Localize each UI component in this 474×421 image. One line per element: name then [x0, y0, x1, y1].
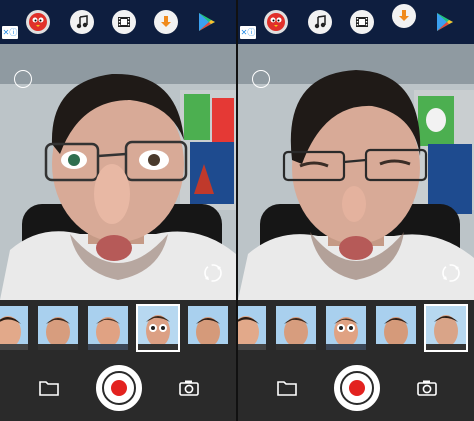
record-dot-icon	[111, 380, 127, 396]
record-button[interactable]	[96, 365, 142, 411]
ad-choices-icon[interactable]: ✕ⓘ	[2, 26, 18, 39]
angry-bird-icon[interactable]	[264, 10, 288, 34]
camera-preview	[0, 44, 236, 300]
music-note-icon[interactable]	[308, 10, 332, 34]
switch-camera-icon[interactable]	[202, 262, 224, 284]
mask-selector[interactable]	[238, 300, 474, 356]
screenshot-right: ✕ⓘ	[238, 0, 474, 421]
camera-icon[interactable]	[178, 377, 200, 399]
mask-thumbnail[interactable]	[188, 306, 228, 350]
film-strip-icon[interactable]	[112, 10, 136, 34]
bottom-controls	[0, 356, 236, 421]
record-dot-icon	[349, 380, 365, 396]
info-icon[interactable]	[14, 70, 32, 88]
mask-thumbnail[interactable]	[0, 306, 28, 350]
record-button[interactable]	[334, 365, 380, 411]
mask-thumbnail[interactable]	[376, 306, 416, 350]
bottom-controls	[238, 356, 474, 421]
folder-icon[interactable]	[38, 377, 60, 399]
mask-thumbnail[interactable]	[38, 306, 78, 350]
play-store-icon[interactable]	[434, 11, 456, 33]
ad-banner[interactable]: ✕ⓘ	[238, 0, 474, 44]
download-arrow-icon[interactable]	[154, 10, 178, 34]
mask-thumbnail-selected[interactable]	[424, 304, 468, 352]
play-store-icon[interactable]	[196, 11, 218, 33]
download-arrow-icon[interactable]	[392, 4, 416, 28]
camera-icon[interactable]	[416, 377, 438, 399]
mask-thumbnail-selected[interactable]	[136, 304, 180, 352]
folder-icon[interactable]	[276, 377, 298, 399]
angry-bird-icon[interactable]	[26, 10, 50, 34]
switch-camera-icon[interactable]	[440, 262, 462, 284]
film-strip-icon[interactable]	[350, 10, 374, 34]
music-note-icon[interactable]	[70, 10, 94, 34]
mask-thumbnail[interactable]	[326, 306, 366, 350]
mask-thumbnail[interactable]	[88, 306, 128, 350]
screenshot-left: ✕ⓘ	[0, 0, 236, 421]
info-icon[interactable]	[252, 70, 270, 88]
ad-banner[interactable]: ✕ⓘ	[0, 0, 236, 44]
mask-thumbnail[interactable]	[238, 306, 266, 350]
mask-selector[interactable]	[0, 300, 236, 356]
camera-preview	[238, 44, 474, 300]
mask-thumbnail[interactable]	[276, 306, 316, 350]
ad-choices-icon[interactable]: ✕ⓘ	[240, 26, 256, 39]
